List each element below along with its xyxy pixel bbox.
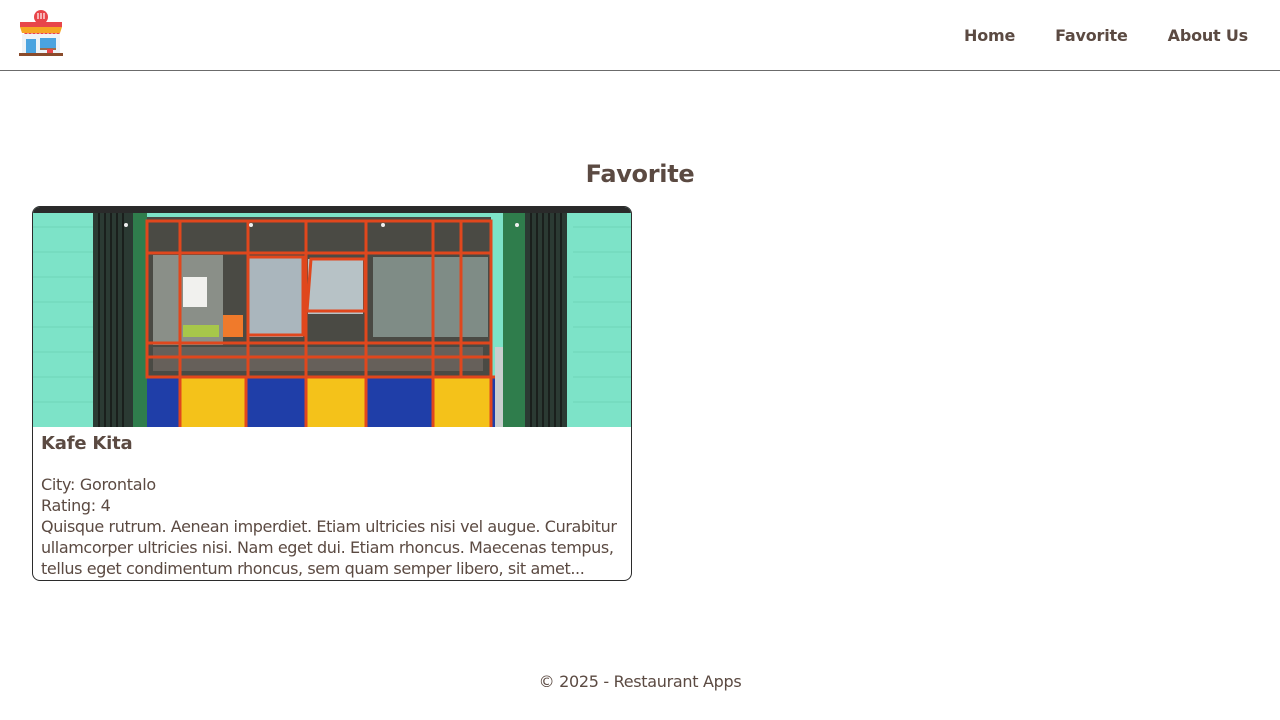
restaurant-name[interactable]: Kafe Kita [41, 431, 626, 457]
site-header: Home Favorite About Us [0, 0, 1280, 71]
restaurant-logo-icon [19, 10, 63, 56]
restaurant-card[interactable]: Kafe Kita City: Gorontalo Rating: 4 Quis… [32, 206, 632, 581]
restaurant-city: City: Gorontalo [41, 475, 156, 494]
site-footer: © 2025 - Restaurant Apps [538, 672, 742, 691]
page-title: Favorite [585, 160, 695, 188]
restaurant-image [33, 207, 631, 427]
nav-about-us-link[interactable]: About Us [1148, 14, 1268, 57]
restaurant-card-body: Kafe Kita City: Gorontalo Rating: 4 Quis… [41, 431, 626, 579]
main-nav: Home Favorite About Us [944, 0, 1268, 70]
restaurant-description: Quisque rutrum. Aenean imperdiet. Etiam … [41, 517, 617, 578]
nav-favorite-link[interactable]: Favorite [1035, 14, 1148, 57]
restaurant-rating: Rating: 4 [41, 496, 111, 515]
nav-home-link[interactable]: Home [944, 14, 1035, 57]
